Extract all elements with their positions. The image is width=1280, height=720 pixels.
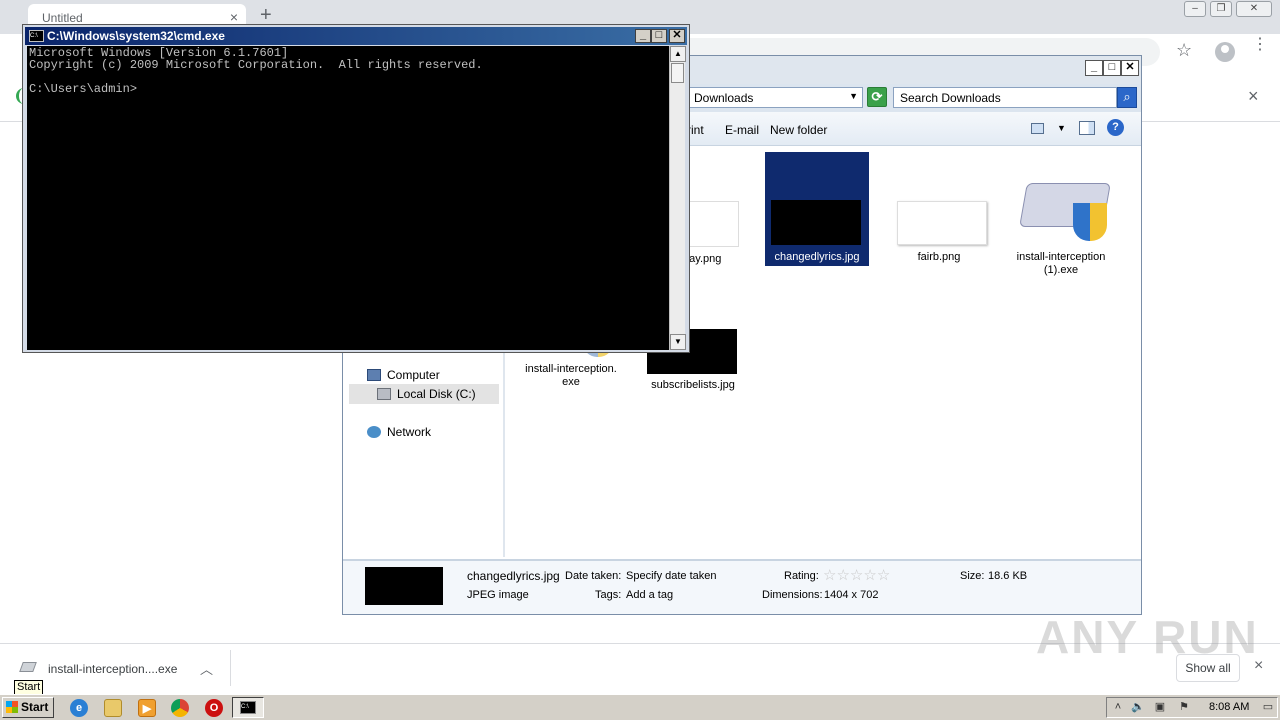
opera-icon[interactable]: O: [205, 699, 223, 717]
cmd-scrollbar[interactable]: ▲ ▼: [669, 46, 686, 350]
system-tray: ˄ 🔈 ▣ ⚑ 8:08 AM ▭: [1106, 697, 1278, 718]
search-icon[interactable]: ⌕: [1117, 87, 1137, 108]
file-label: changedlyrics.jpg: [774, 251, 860, 263]
star-icon[interactable]: ☆: [877, 567, 890, 584]
media-player-icon[interactable]: ▶: [138, 699, 156, 717]
cmd-minimize-button[interactable]: _: [635, 29, 651, 43]
action-center-flag-icon[interactable]: ⚑: [1177, 701, 1191, 714]
search-placeholder: Search Downloads: [900, 91, 1001, 105]
windows-explorer-icon[interactable]: [104, 699, 122, 717]
internet-explorer-icon[interactable]: e: [70, 699, 88, 717]
watermark: ANY RUN: [1036, 611, 1259, 663]
explorer-maximize-button[interactable]: □: [1103, 60, 1121, 76]
browser-minimize-icon[interactable]: –: [1184, 1, 1206, 17]
tab-close-icon[interactable]: ×: [230, 9, 238, 25]
profile-avatar-icon[interactable]: [1215, 42, 1235, 62]
shelf-divider: [230, 650, 231, 686]
file-label: fairb.png: [917, 251, 961, 263]
address-field[interactable]: Downloads ▼: [673, 87, 863, 108]
file-thumbnail: [771, 200, 861, 245]
dimensions-value: 1404 x 702: [824, 589, 879, 601]
help-icon[interactable]: ?: [1107, 119, 1124, 136]
explorer-minimize-button[interactable]: _: [1085, 60, 1103, 76]
tray-expand-icon[interactable]: ˄: [1111, 701, 1125, 714]
date-taken-label: Date taken:: [565, 570, 622, 582]
tags-label: Tags:: [595, 589, 622, 601]
nav-item-local-disk[interactable]: Local Disk (C:): [397, 387, 476, 401]
browser-close-icon[interactable]: ✕: [1236, 1, 1272, 17]
cmd-icon: C:\: [240, 701, 256, 714]
size-value: 18.6 KB: [988, 570, 1028, 582]
file-thumbnail: [897, 201, 987, 245]
nav-item-network[interactable]: Network: [387, 425, 431, 439]
dimensions-label: Dimensions:: [762, 589, 823, 601]
chrome-icon[interactable]: [171, 699, 189, 717]
start-button[interactable]: Start: [2, 697, 54, 718]
address-path: Downloads: [694, 91, 754, 105]
rating-stars[interactable]: ☆☆☆☆☆: [823, 566, 890, 584]
network-icon: [367, 426, 381, 438]
file-item[interactable]: fairb.png: [887, 155, 991, 265]
address-dropdown-icon[interactable]: ▼: [849, 91, 858, 101]
clock[interactable]: 8:08 AM: [1209, 701, 1249, 713]
cmd-titlebar[interactable]: C:\ C:\Windows\system32\cmd.exe _ □ ✕: [25, 27, 687, 45]
file-label: install-interception (1).exe: [1016, 251, 1106, 276]
nav-item-computer[interactable]: Computer: [387, 368, 440, 382]
browser-tab-title: Untitled: [42, 11, 83, 25]
file-label: install-interception. exe: [525, 363, 617, 388]
network-tray-icon[interactable]: ▣: [1153, 701, 1167, 714]
uac-shield-icon: [1073, 203, 1107, 241]
scroll-down-icon[interactable]: ▼: [670, 334, 686, 350]
views-dropdown-icon[interactable]: ▼: [1057, 123, 1066, 133]
star-icon[interactable]: ☆: [863, 567, 876, 584]
bookmark-star-icon[interactable]: ☆: [1176, 40, 1192, 61]
cmd-window: C:\ C:\Windows\system32\cmd.exe _ □ ✕ Mi…: [22, 24, 690, 353]
details-pane: changedlyrics.jpg JPEG image Date taken:…: [343, 559, 1141, 614]
details-filetype: JPEG image: [467, 589, 529, 601]
local-disk-icon: [377, 388, 391, 400]
infobar-close-icon[interactable]: ×: [1248, 86, 1259, 107]
explorer-close-button[interactable]: ✕: [1121, 60, 1139, 76]
show-desktop-icon[interactable]: ▭: [1261, 701, 1275, 714]
cmd-title: C:\Windows\system32\cmd.exe: [47, 29, 225, 43]
date-taken-value[interactable]: Specify date taken: [626, 570, 717, 582]
views-icon[interactable]: [1031, 123, 1044, 134]
browser-menu-icon[interactable]: ⋮: [1252, 37, 1268, 53]
rating-label: Rating:: [784, 570, 819, 582]
file-item[interactable]: install-interception (1).exe: [1009, 155, 1113, 283]
console-prompt: C:\Users\admin>: [29, 82, 138, 96]
volume-icon[interactable]: 🔈: [1131, 701, 1145, 714]
start-label: Start: [21, 700, 49, 714]
file-label: subscribelists.jpg: [651, 379, 735, 391]
browser-restore-icon[interactable]: ❐: [1210, 1, 1232, 17]
size-label: Size:: [960, 570, 985, 582]
taskbar-cmd-button[interactable]: C:\: [232, 697, 264, 718]
preview-pane-icon[interactable]: [1079, 121, 1095, 135]
cmd-icon: C:\: [29, 30, 44, 42]
details-filename: changedlyrics.jpg: [467, 569, 560, 583]
console-line: Copyright (c) 2009 Microsoft Corporation…: [29, 58, 483, 72]
windows-logo-icon: [6, 701, 18, 713]
file-item-selected[interactable]: changedlyrics.jpg: [765, 152, 869, 266]
download-file-name[interactable]: install-interception....exe: [48, 662, 177, 676]
email-button[interactable]: E-mail: [725, 123, 759, 137]
cmd-close-button[interactable]: ✕: [669, 29, 685, 43]
star-icon[interactable]: ☆: [836, 567, 849, 584]
cmd-maximize-button[interactable]: □: [651, 29, 667, 43]
new-folder-button[interactable]: New folder: [770, 123, 827, 137]
scroll-thumb[interactable]: [671, 63, 684, 83]
details-thumbnail: [365, 567, 443, 605]
tags-value[interactable]: Add a tag: [626, 589, 673, 601]
start-tooltip: Start: [14, 680, 44, 695]
star-icon[interactable]: ☆: [850, 567, 863, 584]
taskbar: Start e ▶ O C:\ ˄ 🔈 ▣ ⚑ 8:08 AM ▭: [0, 694, 1280, 720]
computer-icon: [367, 369, 381, 381]
refresh-icon[interactable]: ⟳: [867, 87, 887, 107]
cmd-console[interactable]: Microsoft Windows [Version 6.1.7601] Copy…: [27, 46, 669, 350]
download-file-icon: [19, 662, 37, 672]
star-icon[interactable]: ☆: [823, 567, 836, 584]
chevron-up-icon[interactable]: ︿: [200, 659, 213, 678]
scroll-up-icon[interactable]: ▲: [670, 46, 686, 62]
search-input[interactable]: Search Downloads: [893, 87, 1117, 108]
